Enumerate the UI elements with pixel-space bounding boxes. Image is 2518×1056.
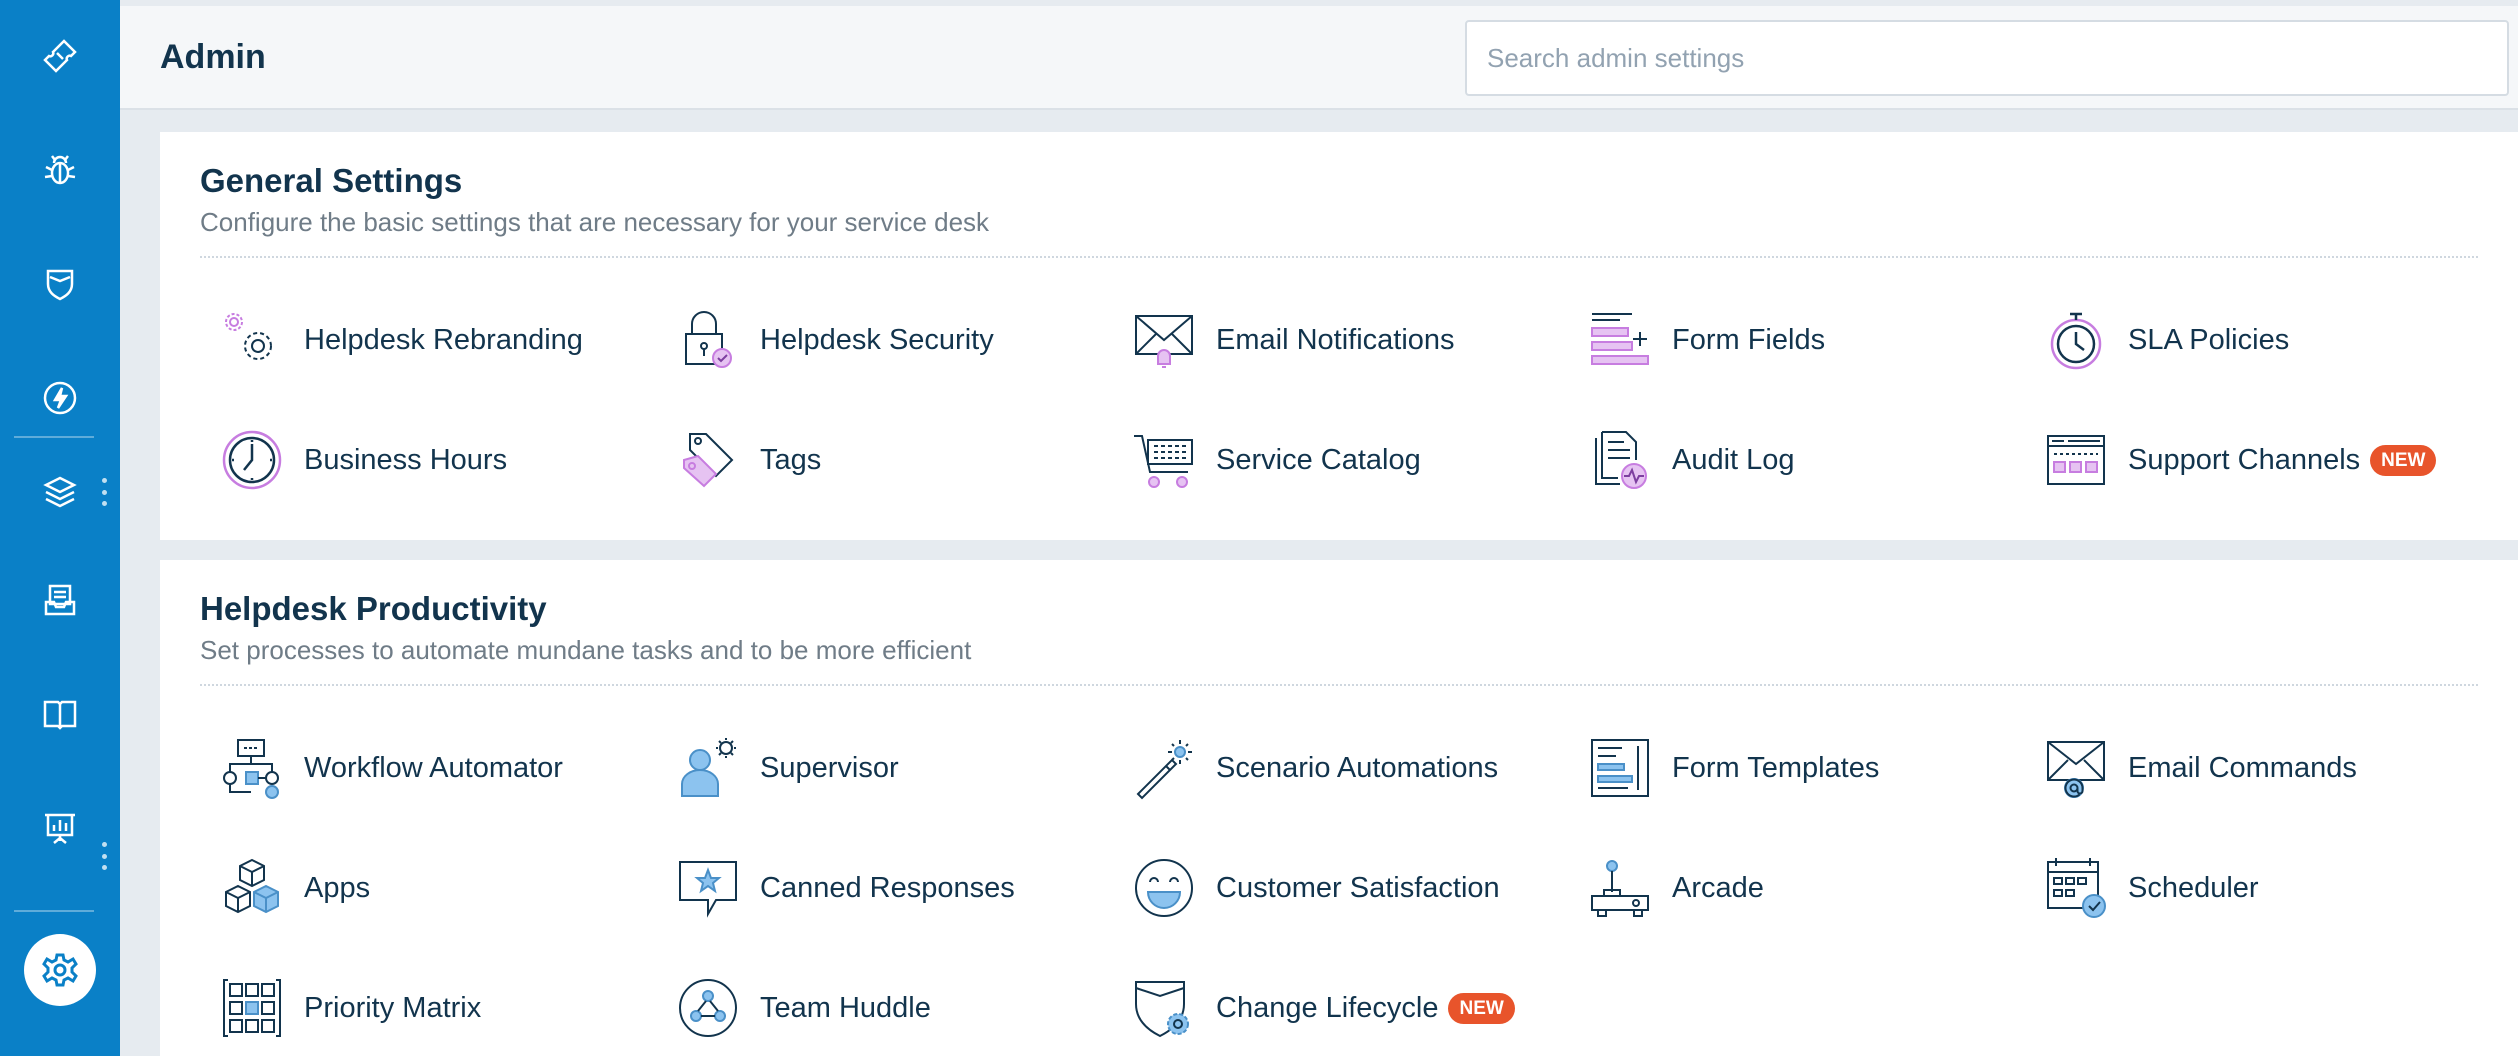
tile-customer-satisfaction[interactable]: Customer Satisfaction bbox=[1112, 848, 1532, 928]
tile-email-notifications[interactable]: Email Notifications bbox=[1112, 300, 1532, 380]
search-input[interactable] bbox=[1465, 20, 2509, 96]
tile-form-templates[interactable]: Form Templates bbox=[1568, 728, 1988, 808]
smiley-icon bbox=[1135, 859, 1193, 917]
tile-label: Canned Responses bbox=[760, 871, 1015, 904]
nav-item-changes[interactable] bbox=[0, 244, 120, 324]
matrix-grid-icon bbox=[223, 979, 281, 1037]
nav-item-tickets[interactable] bbox=[0, 16, 120, 96]
nav-item-releases[interactable] bbox=[0, 358, 120, 438]
gear-icon bbox=[42, 953, 78, 987]
tile-label: Business Hours bbox=[304, 443, 508, 476]
new-badge: NEW bbox=[1448, 992, 1515, 1024]
tile-label: Change Lifecycle bbox=[1216, 991, 1439, 1024]
tile-sla-policies[interactable]: SLA Policies bbox=[2024, 300, 2444, 380]
workflow-icon bbox=[223, 739, 279, 799]
page-title: Admin bbox=[160, 38, 266, 76]
tile-service-catalog[interactable]: Service Catalog bbox=[1112, 420, 1532, 500]
calendar-check-icon bbox=[2047, 858, 2106, 918]
form-fields-icon bbox=[1591, 313, 1649, 365]
tile-label: Apps bbox=[304, 871, 371, 904]
tile-helpdesk-security[interactable]: Helpdesk Security bbox=[656, 300, 1076, 380]
ticket-icon bbox=[43, 39, 77, 73]
lightning-icon bbox=[43, 381, 77, 415]
tile-label: Scheduler bbox=[2128, 871, 2259, 904]
layers-icon bbox=[43, 476, 77, 508]
tile-audit-log[interactable]: Audit Log bbox=[1568, 420, 1988, 500]
form-templates-icon bbox=[1591, 739, 1649, 797]
tile-label: Service Catalog bbox=[1216, 443, 1421, 476]
new-badge: NEW bbox=[2370, 444, 2437, 476]
nav-item-inbox[interactable] bbox=[0, 560, 120, 640]
sidebar bbox=[0, 0, 120, 1056]
inbox-icon bbox=[44, 584, 76, 616]
padlock-icon bbox=[685, 311, 732, 368]
team-nodes-icon bbox=[679, 979, 737, 1037]
tile-support-channels[interactable]: Support Channels NEW bbox=[2024, 420, 2494, 500]
general-settings-card: General Settings Configure the basic set… bbox=[160, 132, 2518, 540]
supervisor-icon bbox=[681, 738, 736, 797]
shield-gear-icon bbox=[1135, 981, 1189, 1038]
tile-scenario-automations[interactable]: Scenario Automations bbox=[1112, 728, 1532, 808]
tile-arcade[interactable]: Arcade bbox=[1568, 848, 1988, 928]
gears-icon bbox=[225, 313, 272, 360]
tile-label: Arcade bbox=[1672, 871, 1764, 904]
tile-label: Helpdesk Security bbox=[760, 323, 994, 356]
tile-workflow-automator[interactable]: Workflow Automator bbox=[200, 728, 620, 808]
section-subtitle: Configure the basic settings that are ne… bbox=[200, 207, 990, 237]
tile-email-commands[interactable]: Email Commands bbox=[2024, 728, 2444, 808]
clock-icon bbox=[222, 430, 282, 490]
tile-label: Team Huddle bbox=[760, 991, 931, 1024]
tile-label: Helpdesk Rebranding bbox=[304, 323, 583, 356]
stopwatch-icon bbox=[2050, 312, 2102, 370]
nav-item-admin[interactable] bbox=[24, 934, 96, 1006]
tile-label: SLA Policies bbox=[2128, 323, 2290, 356]
tile-label: Supervisor bbox=[760, 751, 899, 784]
cubes-icon bbox=[225, 858, 279, 914]
tile-label: Support Channels bbox=[2128, 443, 2361, 476]
envelope-bell-icon bbox=[1135, 315, 1193, 368]
tags-icon bbox=[683, 433, 734, 488]
tile-helpdesk-rebranding[interactable]: Helpdesk Rebranding bbox=[200, 300, 620, 380]
book-icon bbox=[43, 700, 77, 730]
bug-icon bbox=[44, 155, 76, 185]
tile-supervisor[interactable]: Supervisor bbox=[656, 728, 1076, 808]
tile-label: Email Commands bbox=[2128, 751, 2357, 784]
magic-wand-icon bbox=[1136, 740, 1192, 800]
joystick-icon bbox=[1591, 860, 1649, 917]
section-title: Helpdesk Productivity bbox=[200, 590, 547, 627]
nav-item-problems[interactable] bbox=[0, 130, 120, 210]
tile-label: Email Notifications bbox=[1216, 323, 1455, 356]
tile-change-lifecycle[interactable]: Change Lifecycle NEW bbox=[1112, 968, 1582, 1048]
audit-log-icon bbox=[1595, 431, 1647, 489]
tile-canned-responses[interactable]: Canned Responses bbox=[656, 848, 1076, 928]
nav-item-solutions[interactable] bbox=[0, 674, 120, 754]
tile-business-hours[interactable]: Business Hours bbox=[200, 420, 620, 500]
tile-priority-matrix[interactable]: Priority Matrix bbox=[200, 968, 620, 1048]
tile-form-fields[interactable]: Form Fields bbox=[1568, 300, 1988, 380]
speech-star-icon bbox=[679, 861, 737, 918]
tile-scheduler[interactable]: Scheduler bbox=[2024, 848, 2444, 928]
tile-apps[interactable]: Apps bbox=[200, 848, 620, 928]
shield-icon bbox=[46, 269, 74, 301]
tile-label: Scenario Automations bbox=[1216, 751, 1499, 784]
analytics-icon bbox=[45, 813, 75, 844]
cart-icon bbox=[1134, 435, 1193, 488]
tile-label: Priority Matrix bbox=[304, 991, 482, 1024]
page-header: Admin bbox=[120, 6, 2518, 110]
section-title: General Settings bbox=[200, 162, 463, 199]
email-at-icon bbox=[2047, 741, 2105, 798]
tile-label: Customer Satisfaction bbox=[1216, 871, 1500, 904]
helpdesk-productivity-card: Helpdesk Productivity Set processes to a… bbox=[160, 560, 2518, 1056]
tile-team-huddle[interactable]: Team Huddle bbox=[656, 968, 1076, 1048]
section-subtitle: Set processes to automate mundane tasks … bbox=[200, 635, 972, 665]
more-dots-icon[interactable] bbox=[100, 842, 108, 870]
more-dots-icon[interactable] bbox=[100, 478, 108, 506]
tile-label: Audit Log bbox=[1672, 443, 1795, 476]
tile-label: Form Fields bbox=[1672, 323, 1826, 356]
tile-label: Workflow Automator bbox=[304, 751, 563, 784]
tile-label: Form Templates bbox=[1672, 751, 1880, 784]
channels-icon bbox=[2047, 435, 2105, 485]
tile-label: Tags bbox=[760, 443, 822, 476]
tile-tags[interactable]: Tags bbox=[656, 420, 1076, 500]
